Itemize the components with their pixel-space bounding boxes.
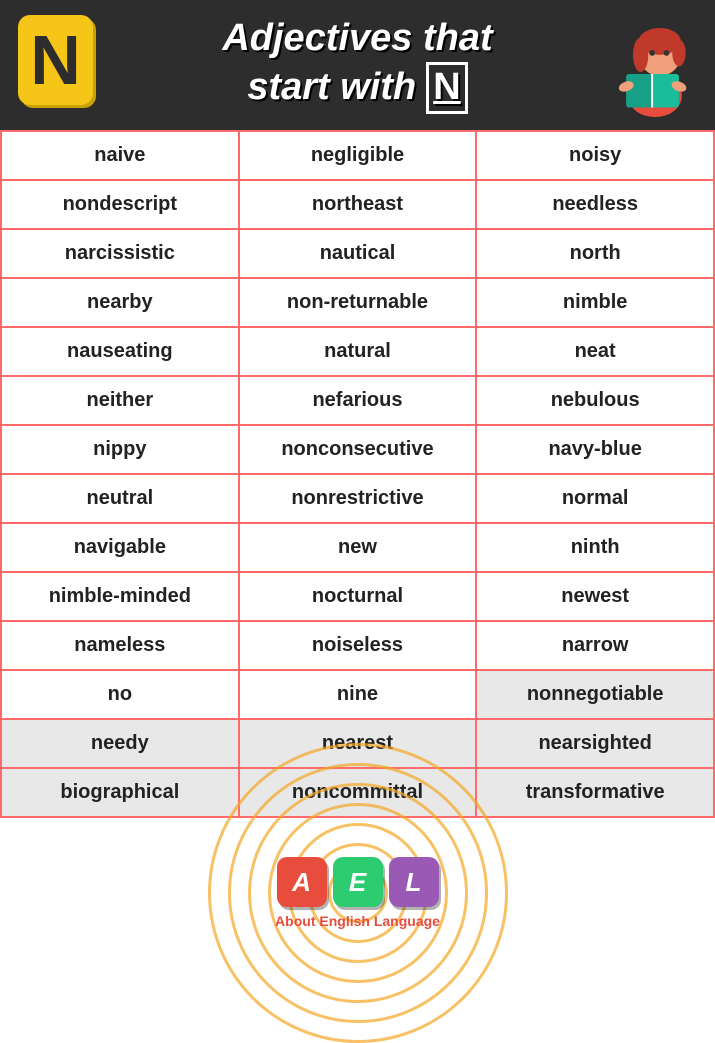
table-cell: neat [476,327,714,376]
table-cell: navigable [1,523,239,572]
table-row: naivenegligiblenoisy [1,131,714,180]
table-row: noninenonnegotiable [1,670,714,719]
table-cell: ninth [476,523,714,572]
table-cell: no [1,670,239,719]
table-cell: newest [476,572,714,621]
table-cell: nimble [476,278,714,327]
table-cell: nondescript [1,180,239,229]
header-title-line1: Adjectives that [222,16,492,62]
table-cell: nebulous [476,376,714,425]
table-cell: biographical [1,768,239,817]
table-cell: noiseless [239,621,477,670]
header-n-underline: N [426,62,467,114]
table-cell: north [476,229,714,278]
footer-brand-text: About English Language [275,913,440,929]
table-row: nauseatingnaturalneat [1,327,714,376]
logo-box-l: L [389,857,439,907]
table-cell: nonrestrictive [239,474,477,523]
header-title-line2: start with N [222,62,492,114]
table-cell: nefarious [239,376,477,425]
table-cell: negligible [239,131,477,180]
table-cell: narrow [476,621,714,670]
table-cell: nameless [1,621,239,670]
table-cell: nimble-minded [1,572,239,621]
table-cell: navy-blue [476,425,714,474]
table-cell: neither [1,376,239,425]
logo-boxes: A E L [277,857,439,907]
table-cell: nautical [239,229,477,278]
table-row: nippynonconsecutivenavy-blue [1,425,714,474]
table-cell: neutral [1,474,239,523]
table-cell: nauseating [1,327,239,376]
table-row: narcissisticnauticalnorth [1,229,714,278]
table-cell: northeast [239,180,477,229]
header-title: Adjectives that start with N [222,16,492,113]
table-cell: normal [476,474,714,523]
page-header: N Adjectives that start with N [0,0,715,130]
table-cell: nippy [1,425,239,474]
table-cell: needy [1,719,239,768]
table-cell: naive [1,131,239,180]
table-row: nimble-mindednocturnalnewest [1,572,714,621]
table-cell: narcissistic [1,229,239,278]
table-cell: nine [239,670,477,719]
footer: A E L About English Language [0,818,715,963]
table-cell: nonnegotiable [476,670,714,719]
header-n-icon: N [18,15,93,105]
table-row: navigablenewninth [1,523,714,572]
table-row: neithernefariousnebulous [1,376,714,425]
logo-box-a: A [277,857,327,907]
table-cell: natural [239,327,477,376]
table-row: namelessnoiselessnarrow [1,621,714,670]
rings-decoration: A E L About English Language [10,833,705,953]
table-row: neutralnonrestrictivenormal [1,474,714,523]
reading-girl-illustration [605,5,705,120]
table-cell: noisy [476,131,714,180]
table-cell: nearsighted [476,719,714,768]
table-cell: new [239,523,477,572]
table-cell: nearby [1,278,239,327]
table-row: nondescriptnortheastneedless [1,180,714,229]
table-cell: nonconsecutive [239,425,477,474]
table-cell: nocturnal [239,572,477,621]
adjectives-table: naivenegligiblenoisynondescriptnortheast… [0,130,715,818]
table-cell: needless [476,180,714,229]
table-row: nearbynon-returnablenimble [1,278,714,327]
logo-box-e: E [333,857,383,907]
table-cell: non-returnable [239,278,477,327]
table-cell: transformative [476,768,714,817]
